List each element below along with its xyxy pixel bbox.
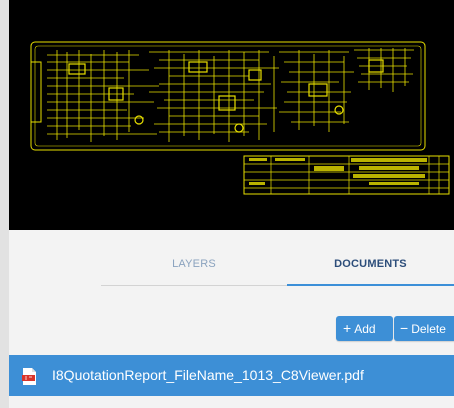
pcb-drawing [30, 41, 450, 195]
tab-documents[interactable]: DOCUMENTS [287, 252, 454, 276]
active-tab-indicator [287, 284, 454, 286]
documents-toolbar: + Add − Delete [9, 288, 454, 346]
plus-icon: + [343, 320, 352, 336]
add-button[interactable]: + Add [336, 316, 393, 341]
minus-icon: − [400, 320, 409, 336]
document-name: I8QuotationReport_FileName_1013_C8Viewer… [52, 367, 364, 383]
left-gutter [0, 0, 9, 408]
list-area [9, 396, 454, 408]
document-panel: LAYERS DOCUMENTS + Add − Delete I8Quotatio… [9, 0, 454, 408]
pdf-icon [22, 368, 36, 385]
delete-button[interactable]: − Delete [394, 316, 454, 341]
pcb-viewer[interactable] [9, 0, 454, 230]
tab-layers[interactable]: LAYERS [101, 252, 287, 276]
delete-label: Delete [411, 322, 446, 336]
tab-bar: LAYERS DOCUMENTS [9, 230, 454, 288]
list-item[interactable]: I8QuotationReport_FileName_1013_C8Viewer… [9, 355, 454, 396]
add-label: Add [354, 322, 376, 336]
